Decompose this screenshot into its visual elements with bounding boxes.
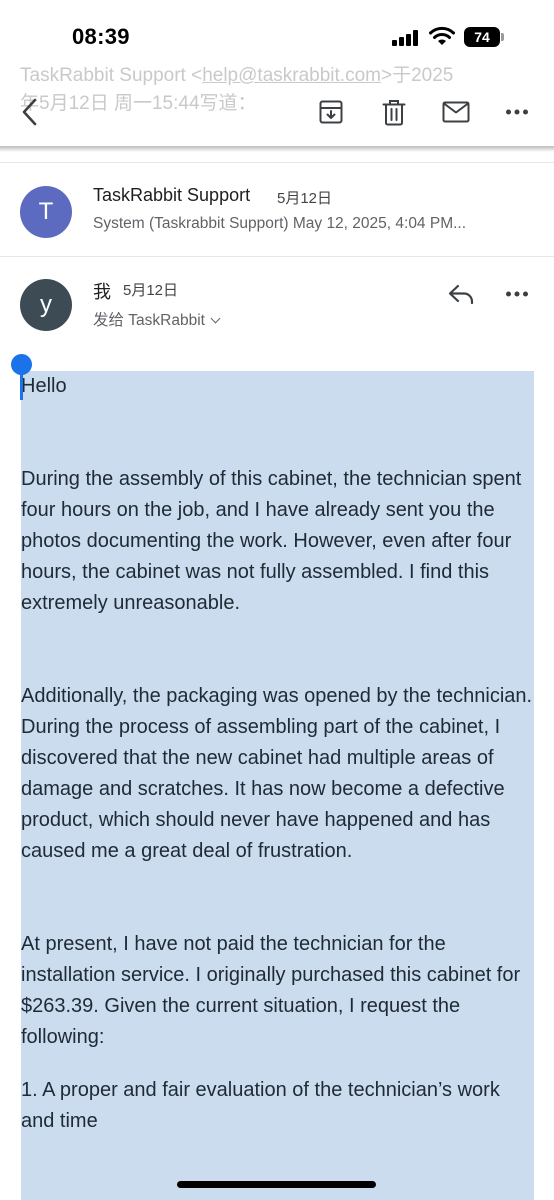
body-paragraph: During the assembly of this cabinet, the… <box>21 468 522 614</box>
message-more-button[interactable] <box>497 274 537 314</box>
selection-handle-knob[interactable] <box>11 354 32 375</box>
mark-unread-button[interactable] <box>436 92 476 132</box>
message-date: 5月12日 <box>277 190 333 207</box>
chevron-down-icon <box>210 313 221 324</box>
mail-icon <box>442 101 470 123</box>
status-bar: 08:39 74 <box>0 0 554 64</box>
wifi-icon <box>429 26 455 45</box>
avatar: T <box>20 186 72 238</box>
sender-name: 我 <box>93 282 111 302</box>
archive-button[interactable] <box>311 92 351 132</box>
back-button[interactable] <box>10 92 50 132</box>
trash-icon <box>382 99 406 125</box>
message-snippet: System (Taskrabbit Support) May 12, 2025… <box>93 215 467 232</box>
battery-icon: 74 <box>464 27 504 47</box>
toolbar-shadow <box>0 146 554 152</box>
divider <box>0 162 554 163</box>
greeting: Hello <box>21 375 67 397</box>
email-screen: 08:39 74 TaskRabbit Support <help@taskra… <box>0 0 554 1200</box>
battery-level: 74 <box>474 29 490 45</box>
status-time: 08:39 <box>72 24 130 49</box>
avatar: y <box>20 279 72 331</box>
list-item: 1. A proper and fair evaluation of the t… <box>21 1079 500 1132</box>
email-body[interactable]: Hello During the assembly of this cabine… <box>21 371 534 1137</box>
quoted-email-address: help@taskrabbit.com <box>202 65 381 86</box>
divider <box>0 256 554 257</box>
delete-button[interactable] <box>374 92 414 132</box>
more-horizontal-icon <box>506 291 528 297</box>
more-horizontal-icon <box>506 109 528 115</box>
more-options-button[interactable] <box>497 92 537 132</box>
reply-icon <box>448 284 474 304</box>
sender-name: TaskRabbit Support <box>93 185 251 205</box>
back-arrow-icon <box>22 98 37 126</box>
message-toolbar <box>0 84 554 146</box>
recipient-line: 发给 TaskRabbit <box>93 312 205 329</box>
body-paragraph: Additionally, the packaging was opened b… <box>21 685 533 862</box>
home-indicator[interactable] <box>177 1181 376 1188</box>
body-paragraph: At present, I have not paid the technici… <box>21 933 521 1048</box>
cellular-signal-icon <box>392 30 422 46</box>
recipient-details-toggle[interactable]: 发给 TaskRabbit <box>93 308 221 330</box>
reply-button[interactable] <box>441 274 481 314</box>
message-date: 5月12日 <box>123 282 179 299</box>
archive-icon <box>319 100 343 124</box>
